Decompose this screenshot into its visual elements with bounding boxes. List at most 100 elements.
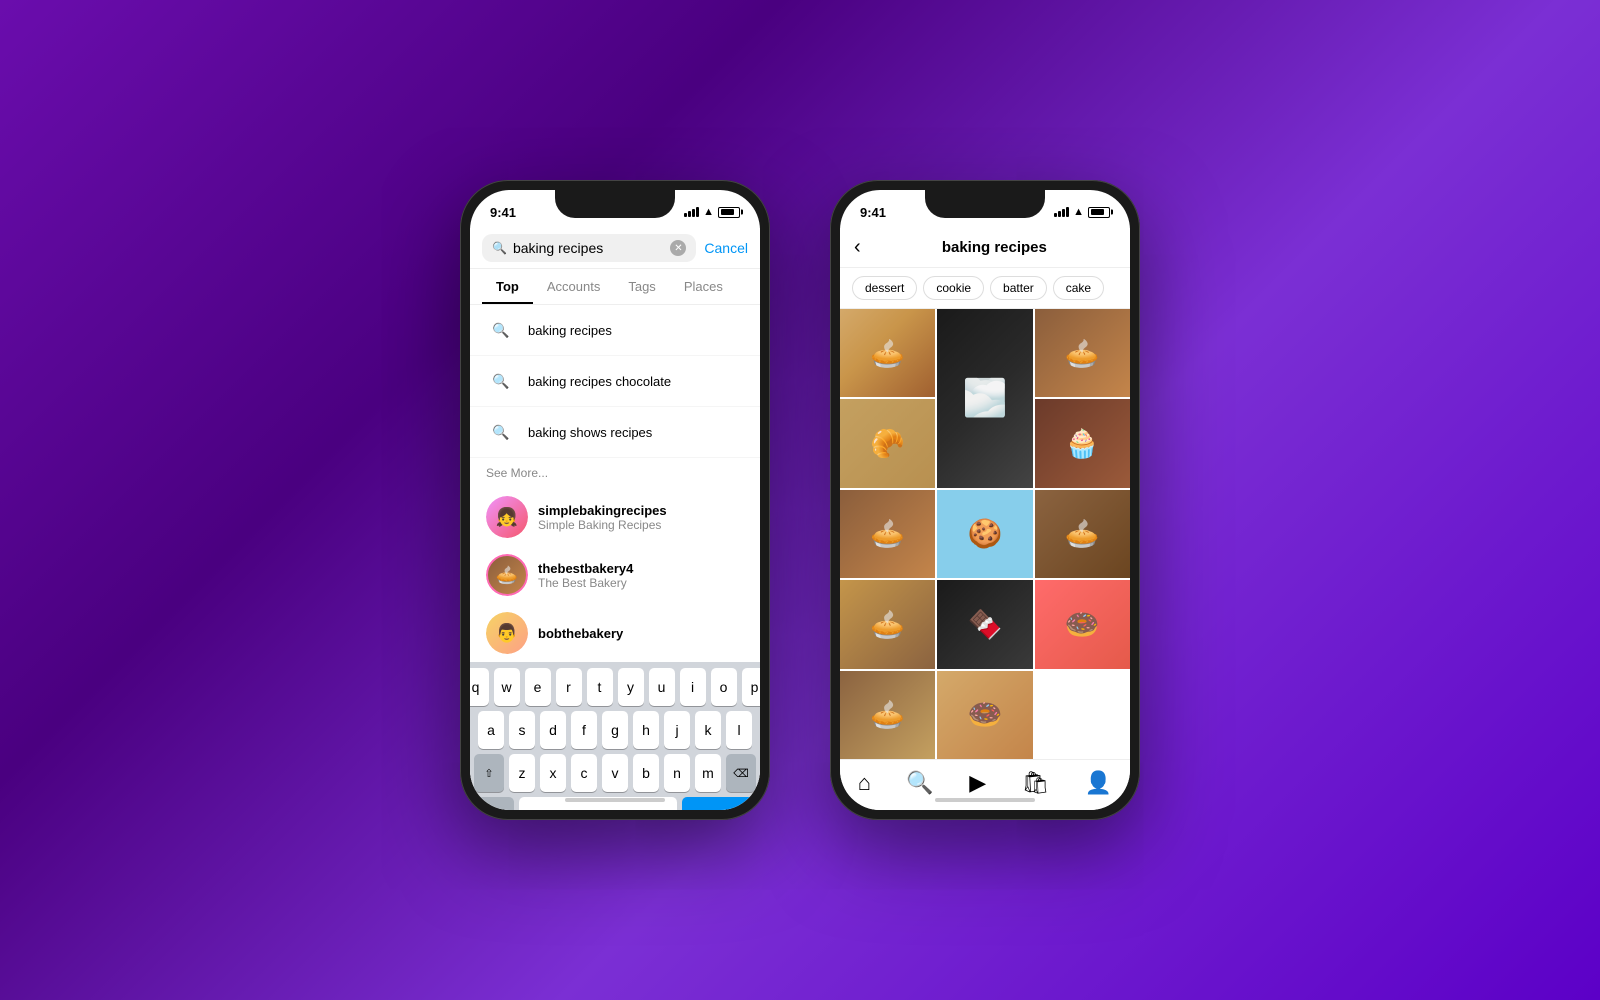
key-o[interactable]: o <box>711 668 737 706</box>
account-simplebaking[interactable]: 👧 simplebakingrecipes Simple Baking Reci… <box>470 488 760 546</box>
account-info-bestbakery: thebestbakery4 The Best Bakery <box>538 561 633 590</box>
chip-dessert[interactable]: dessert <box>852 276 917 300</box>
phone2-content: ‹ baking recipes dessert cookie batter c… <box>840 228 1130 810</box>
key-f[interactable]: f <box>571 711 597 749</box>
back-button[interactable]: ‹ <box>854 236 861 259</box>
keyboard-row-2: a s d f g h j k l <box>474 711 756 749</box>
search-suggestion-icon-2: 🔍 <box>486 366 516 396</box>
food-overlay-3: 🥧 <box>1035 309 1130 397</box>
key-r[interactable]: r <box>556 668 582 706</box>
key-j[interactable]: j <box>664 711 690 749</box>
grid-photo-4[interactable]: 🧁 <box>1035 399 1130 487</box>
grid-photo-2[interactable]: 🌫️ <box>937 309 1032 488</box>
food-overlay-11: 🥧 <box>840 671 935 759</box>
search-suggestion-icon-3: 🔍 <box>486 417 516 447</box>
key-e[interactable]: e <box>525 668 551 706</box>
see-more-label[interactable]: See More... <box>470 458 760 488</box>
clear-search-button[interactable]: ✕ <box>670 240 686 256</box>
suggestion-1[interactable]: 🔍 baking recipes <box>470 305 760 356</box>
grid-photo-11[interactable]: 🥧 <box>840 671 935 759</box>
nav-search[interactable]: 🔍 <box>906 770 933 796</box>
suggestion-3[interactable]: 🔍 baking shows recipes <box>470 407 760 458</box>
key-c[interactable]: c <box>571 754 597 792</box>
account-username-3: bobthebakery <box>538 626 623 641</box>
grid-photo-6[interactable]: 🍪 <box>937 490 1032 578</box>
grid-photo-1[interactable]: 🥧 <box>840 309 935 397</box>
signal-icon <box>684 207 699 217</box>
account-info-bob: bobthebakery <box>538 626 623 641</box>
notch <box>555 190 675 218</box>
home-indicator-1 <box>565 798 665 802</box>
filter-chips: dessert cookie batter cake <box>840 268 1130 309</box>
suggestions-list: 🔍 baking recipes 🔍 baking recipes chocol… <box>470 305 760 662</box>
status-icons-1: ▲ <box>684 206 740 218</box>
tab-accounts[interactable]: Accounts <box>533 269 614 304</box>
search-box-icon: 🔍 <box>492 241 507 255</box>
account-bobthebakery[interactable]: 👨 bobthebakery <box>470 604 760 662</box>
food-overlay-4: 🧁 <box>1035 399 1130 487</box>
key-h[interactable]: h <box>633 711 659 749</box>
grid-photo-8[interactable]: 🥧 <box>840 580 935 668</box>
grid-photo-3b[interactable]: 🥐 <box>840 399 935 487</box>
chip-cake[interactable]: cake <box>1053 276 1104 300</box>
key-a[interactable]: a <box>478 711 504 749</box>
phone-2: 9:41 ▲ ‹ baking recipes <box>830 180 1140 820</box>
key-w[interactable]: w <box>494 668 520 706</box>
grid-photo-3[interactable]: 🥧 <box>1035 309 1130 397</box>
key-k[interactable]: k <box>695 711 721 749</box>
results-title: baking recipes <box>873 239 1116 256</box>
key-g[interactable]: g <box>602 711 628 749</box>
key-v[interactable]: v <box>602 754 628 792</box>
account-bestbakery[interactable]: 🥧 thebestbakery4 The Best Bakery <box>470 546 760 604</box>
chip-batter[interactable]: batter <box>990 276 1047 300</box>
key-shift[interactable]: ⇧ <box>474 754 504 792</box>
key-backspace[interactable]: ⌫ <box>726 754 756 792</box>
search-box[interactable]: 🔍 baking recipes ✕ <box>482 234 696 262</box>
account-fullname-2: The Best Bakery <box>538 576 633 590</box>
tab-top[interactable]: Top <box>482 269 533 304</box>
grid-photo-9[interactable]: 🍫 <box>937 580 1032 668</box>
food-overlay-8: 🥧 <box>840 580 935 668</box>
avatar-simplebaking: 👧 <box>486 496 528 538</box>
key-z[interactable]: z <box>509 754 535 792</box>
grid-photo-7[interactable]: 🥧 <box>1035 490 1130 578</box>
suggestion-text-1: baking recipes <box>528 323 612 338</box>
key-x[interactable]: x <box>540 754 566 792</box>
nav-shop[interactable]: 🛍 <box>1022 770 1050 796</box>
key-i[interactable]: i <box>680 668 706 706</box>
key-b[interactable]: b <box>633 754 659 792</box>
food-overlay-12: 🍩 <box>937 671 1032 759</box>
nav-reels[interactable]: ▶ <box>969 770 986 796</box>
key-num[interactable]: 123 <box>474 797 514 810</box>
nav-profile[interactable]: 👤 <box>1085 770 1112 796</box>
battery-icon-2 <box>1088 207 1110 218</box>
suggestion-text-3: baking shows recipes <box>528 425 652 440</box>
key-u[interactable]: u <box>649 668 675 706</box>
key-p[interactable]: p <box>742 668 761 706</box>
suggestion-2[interactable]: 🔍 baking recipes chocolate <box>470 356 760 407</box>
grid-photo-12[interactable]: 🍩 <box>937 671 1032 759</box>
key-m[interactable]: m <box>695 754 721 792</box>
keyboard-row-3: ⇧ z x c v b n m ⌫ <box>474 754 756 792</box>
search-input[interactable]: baking recipes <box>513 240 664 256</box>
grid-photo-10[interactable]: 🍩 <box>1035 580 1130 668</box>
keyboard: q w e r t y u i o p a s d f g <box>470 662 760 810</box>
food-overlay-1: 🥧 <box>840 309 935 397</box>
key-n[interactable]: n <box>664 754 690 792</box>
nav-home[interactable]: ⌂ <box>858 770 871 796</box>
grid-photo-5[interactable]: 🥧 <box>840 490 935 578</box>
key-l[interactable]: l <box>726 711 752 749</box>
food-overlay-5: 🥧 <box>840 490 935 578</box>
cancel-button[interactable]: Cancel <box>704 240 748 256</box>
suggestion-text-2: baking recipes chocolate <box>528 374 671 389</box>
tab-tags[interactable]: Tags <box>614 269 669 304</box>
key-d[interactable]: d <box>540 711 566 749</box>
key-q[interactable]: q <box>470 668 489 706</box>
key-t[interactable]: t <box>587 668 613 706</box>
key-y[interactable]: y <box>618 668 644 706</box>
chip-cookie[interactable]: cookie <box>923 276 984 300</box>
key-s[interactable]: s <box>509 711 535 749</box>
account-username-2: thebestbakery4 <box>538 561 633 576</box>
tab-places[interactable]: Places <box>670 269 737 304</box>
key-search[interactable]: search <box>682 797 756 810</box>
